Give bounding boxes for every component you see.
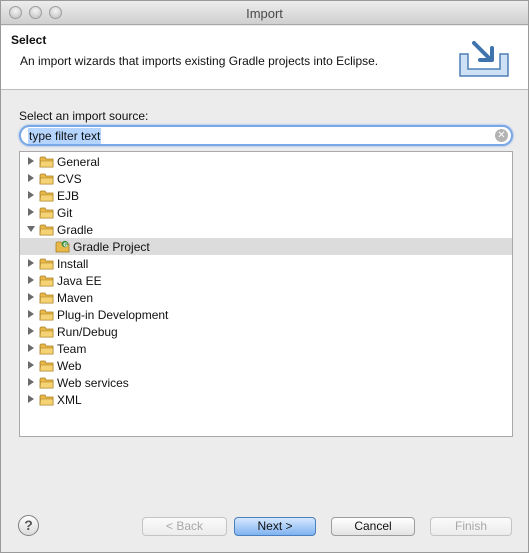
folder-icon [39,207,54,219]
folder-icon [39,309,54,321]
back-button[interactable]: < Back [142,517,227,536]
collapsed-arrow-icon[interactable] [26,377,36,387]
tree-item[interactable]: Web [20,357,512,374]
tree-item[interactable]: G Gradle Project [20,238,512,255]
svg-text:G: G [63,242,68,248]
page-title: Select [11,33,47,47]
import-source-label: Select an import source: [19,109,149,123]
tree-item-label: EJB [57,189,80,203]
folder-icon [39,275,54,287]
tree-item-label: Team [57,342,87,356]
tree-item-label: Git [57,206,73,220]
tree-item[interactable]: Java EE [20,272,512,289]
folder-icon [39,326,54,338]
folder-icon [39,394,54,406]
folder-icon [39,258,54,270]
tree-item[interactable]: Plug-in Development [20,306,512,323]
tree-item[interactable]: Team [20,340,512,357]
folder-icon [39,377,54,389]
tree-item[interactable]: Install [20,255,512,272]
tree-item[interactable]: EJB [20,187,512,204]
tree-item[interactable]: Web services [20,374,512,391]
tree-item-label: XML [57,393,82,407]
gradle-project-icon: G [55,240,70,253]
tree-item[interactable]: General [20,153,512,170]
tree-item[interactable]: Gradle [20,221,512,238]
tree-item[interactable]: Git [20,204,512,221]
collapsed-arrow-icon[interactable] [26,173,36,183]
tree-item-label: Install [57,257,89,271]
folder-icon [39,292,54,304]
tree-item-label: Gradle [57,223,94,237]
collapsed-arrow-icon[interactable] [26,190,36,200]
tree-item-label: Java EE [57,274,102,288]
import-dialog: Import Select An import wizards that imp… [0,0,529,553]
folder-icon [39,343,54,355]
tree-item[interactable]: XML [20,391,512,408]
collapsed-arrow-icon[interactable] [26,309,36,319]
folder-icon [39,190,54,202]
import-source-tree[interactable]: General CVS EJB Git Gradle G Gradle Project Ins… [19,151,513,437]
folder-icon [39,156,54,168]
tree-item-label: Gradle Project [73,240,150,254]
tree-item[interactable]: CVS [20,170,512,187]
collapsed-arrow-icon[interactable] [26,343,36,353]
tree-item-label: CVS [57,172,82,186]
folder-icon [39,360,54,372]
window-title: Import [246,6,283,21]
collapsed-arrow-icon[interactable] [26,360,36,370]
import-banner-icon [459,41,509,77]
tree-item-label: Plug-in Development [57,308,169,322]
tree-item-label: Web [57,359,82,373]
next-button[interactable]: Next > [234,517,316,536]
collapsed-arrow-icon[interactable] [26,394,36,404]
collapsed-arrow-icon[interactable] [26,275,36,285]
title-bar[interactable]: Import [1,1,528,25]
tree-item-label: Web services [57,376,129,390]
collapsed-arrow-icon[interactable] [26,207,36,217]
collapsed-arrow-icon[interactable] [26,326,36,336]
page-description: An import wizards that imports existing … [20,54,379,68]
collapsed-arrow-icon[interactable] [26,258,36,268]
open-folder-icon [39,224,54,236]
help-button[interactable]: ? [18,515,39,536]
folder-icon [39,173,54,185]
clear-icon[interactable]: ✕ [495,129,508,142]
tree-item[interactable]: Maven [20,289,512,306]
tree-item[interactable]: Run/Debug [20,323,512,340]
filter-selected-text[interactable]: type filter text [28,128,102,144]
finish-button[interactable]: Finish [430,517,512,536]
wizard-header: Select An import wizards that imports ex… [1,26,528,90]
tree-item-label: Run/Debug [57,325,118,339]
expanded-arrow-icon[interactable] [26,224,36,234]
collapsed-arrow-icon[interactable] [26,156,36,166]
cancel-button[interactable]: Cancel [331,517,415,536]
tree-item-label: General [57,155,100,169]
filter-field[interactable]: type filter text ✕ [19,125,513,146]
collapsed-arrow-icon[interactable] [26,292,36,302]
tree-item-label: Maven [57,291,94,305]
